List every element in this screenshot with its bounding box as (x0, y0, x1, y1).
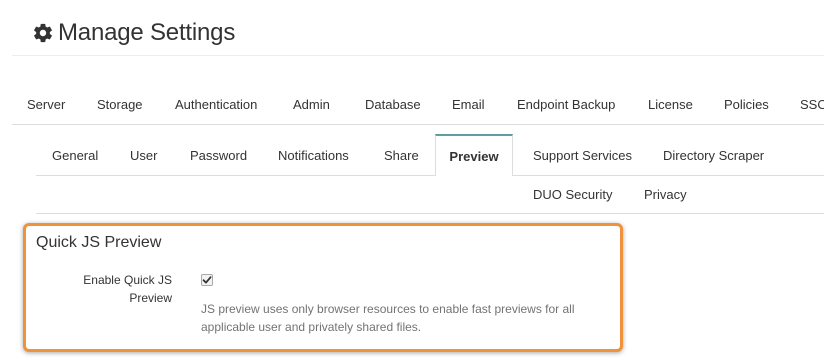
subtab-general[interactable]: General (52, 147, 98, 164)
field-label-line-1: Enable Quick JS (83, 273, 172, 287)
title-divider (12, 55, 824, 56)
subtabs-divider-left (36, 175, 435, 176)
page-title: Manage Settings (58, 19, 236, 46)
field-label-line-2: Preview (129, 291, 172, 305)
tab-license[interactable]: License (648, 96, 693, 113)
subtab-notifications[interactable]: Notifications (278, 147, 349, 164)
help-text-line-2: applicable user and privately shared fil… (201, 320, 422, 334)
subtabs-divider-right (513, 175, 824, 176)
subtab-duo-security[interactable]: DUO Security (533, 186, 612, 203)
tab-server[interactable]: Server (27, 96, 65, 113)
subtab-password[interactable]: Password (190, 147, 247, 164)
tab-authentication[interactable]: Authentication (175, 96, 257, 113)
subtab-support-services[interactable]: Support Services (533, 147, 632, 164)
subtab-privacy[interactable]: Privacy (644, 186, 687, 203)
subtab-share[interactable]: Share (384, 147, 419, 164)
enable-quick-js-preview-label: Enable Quick JS Preview (60, 271, 172, 307)
page-header: Manage Settings (32, 15, 235, 51)
subtabs-divider-bottom (36, 213, 824, 214)
tab-database[interactable]: Database (365, 96, 421, 113)
section-title: Quick JS Preview (36, 234, 162, 251)
help-text-line-1: JS preview uses only browser resources t… (201, 302, 575, 316)
tab-policies[interactable]: Policies (724, 96, 769, 113)
checkmark-icon (202, 276, 212, 284)
gear-icon (34, 23, 52, 43)
help-text: JS preview uses only browser resources t… (201, 300, 611, 336)
main-tabs-divider (12, 124, 824, 125)
tab-sso[interactable]: SSO (800, 96, 824, 113)
tab-email[interactable]: Email (452, 96, 485, 113)
tab-admin[interactable]: Admin (293, 96, 330, 113)
enable-quick-js-preview-checkbox[interactable] (201, 274, 213, 286)
subtab-user[interactable]: User (130, 147, 157, 164)
subtab-preview[interactable]: Preview (435, 134, 513, 176)
tab-storage[interactable]: Storage (97, 96, 143, 113)
subtab-directory-scraper[interactable]: Directory Scraper (663, 147, 764, 164)
tab-endpoint-backup[interactable]: Endpoint Backup (517, 96, 615, 113)
